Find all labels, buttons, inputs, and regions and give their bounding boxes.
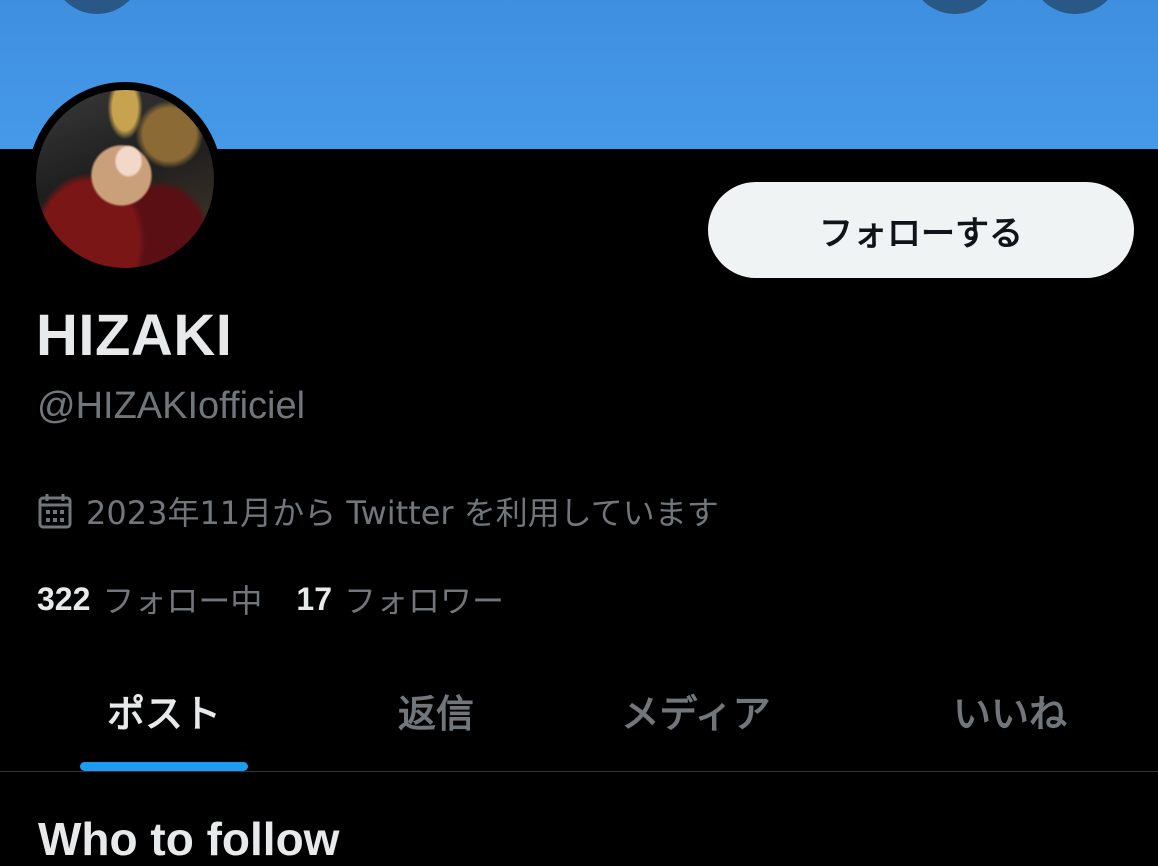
following-count: 322 — [37, 580, 91, 617]
display-name: HIZAKI — [36, 303, 233, 368]
followers-link[interactable]: 17 フォロワー — [296, 576, 504, 622]
followers-count: 17 — [296, 580, 332, 617]
followers-label: フォロワー — [344, 582, 505, 620]
active-tab-indicator — [80, 762, 248, 771]
avatar-image — [36, 90, 214, 268]
back-button[interactable] — [52, 0, 142, 14]
follow-stats: 322 フォロー中 17 フォロワー — [37, 576, 504, 622]
more-button[interactable] — [1030, 0, 1120, 14]
tab-posts[interactable]: ポスト — [64, 650, 264, 771]
join-date: 2023年11月から Twitter を利用しています — [38, 488, 719, 534]
search-button[interactable] — [910, 0, 1000, 14]
tab-replies[interactable]: 返信 — [336, 650, 536, 771]
profile-tabs: ポスト 返信 メディア いいね — [0, 650, 1158, 772]
avatar[interactable] — [28, 82, 222, 276]
calendar-icon — [38, 494, 72, 529]
tab-likes[interactable]: いいね — [910, 650, 1110, 771]
who-to-follow-heading: Who to follow — [38, 813, 340, 865]
user-handle: @HIZAKIofficiel — [37, 385, 306, 427]
join-date-text: 2023年11月から Twitter を利用しています — [86, 494, 719, 532]
following-link[interactable]: 322 フォロー中 — [37, 576, 262, 622]
following-label: フォロー中 — [102, 582, 263, 620]
tab-media[interactable]: メディア — [596, 650, 796, 771]
follow-button[interactable]: フォローする — [708, 182, 1134, 278]
